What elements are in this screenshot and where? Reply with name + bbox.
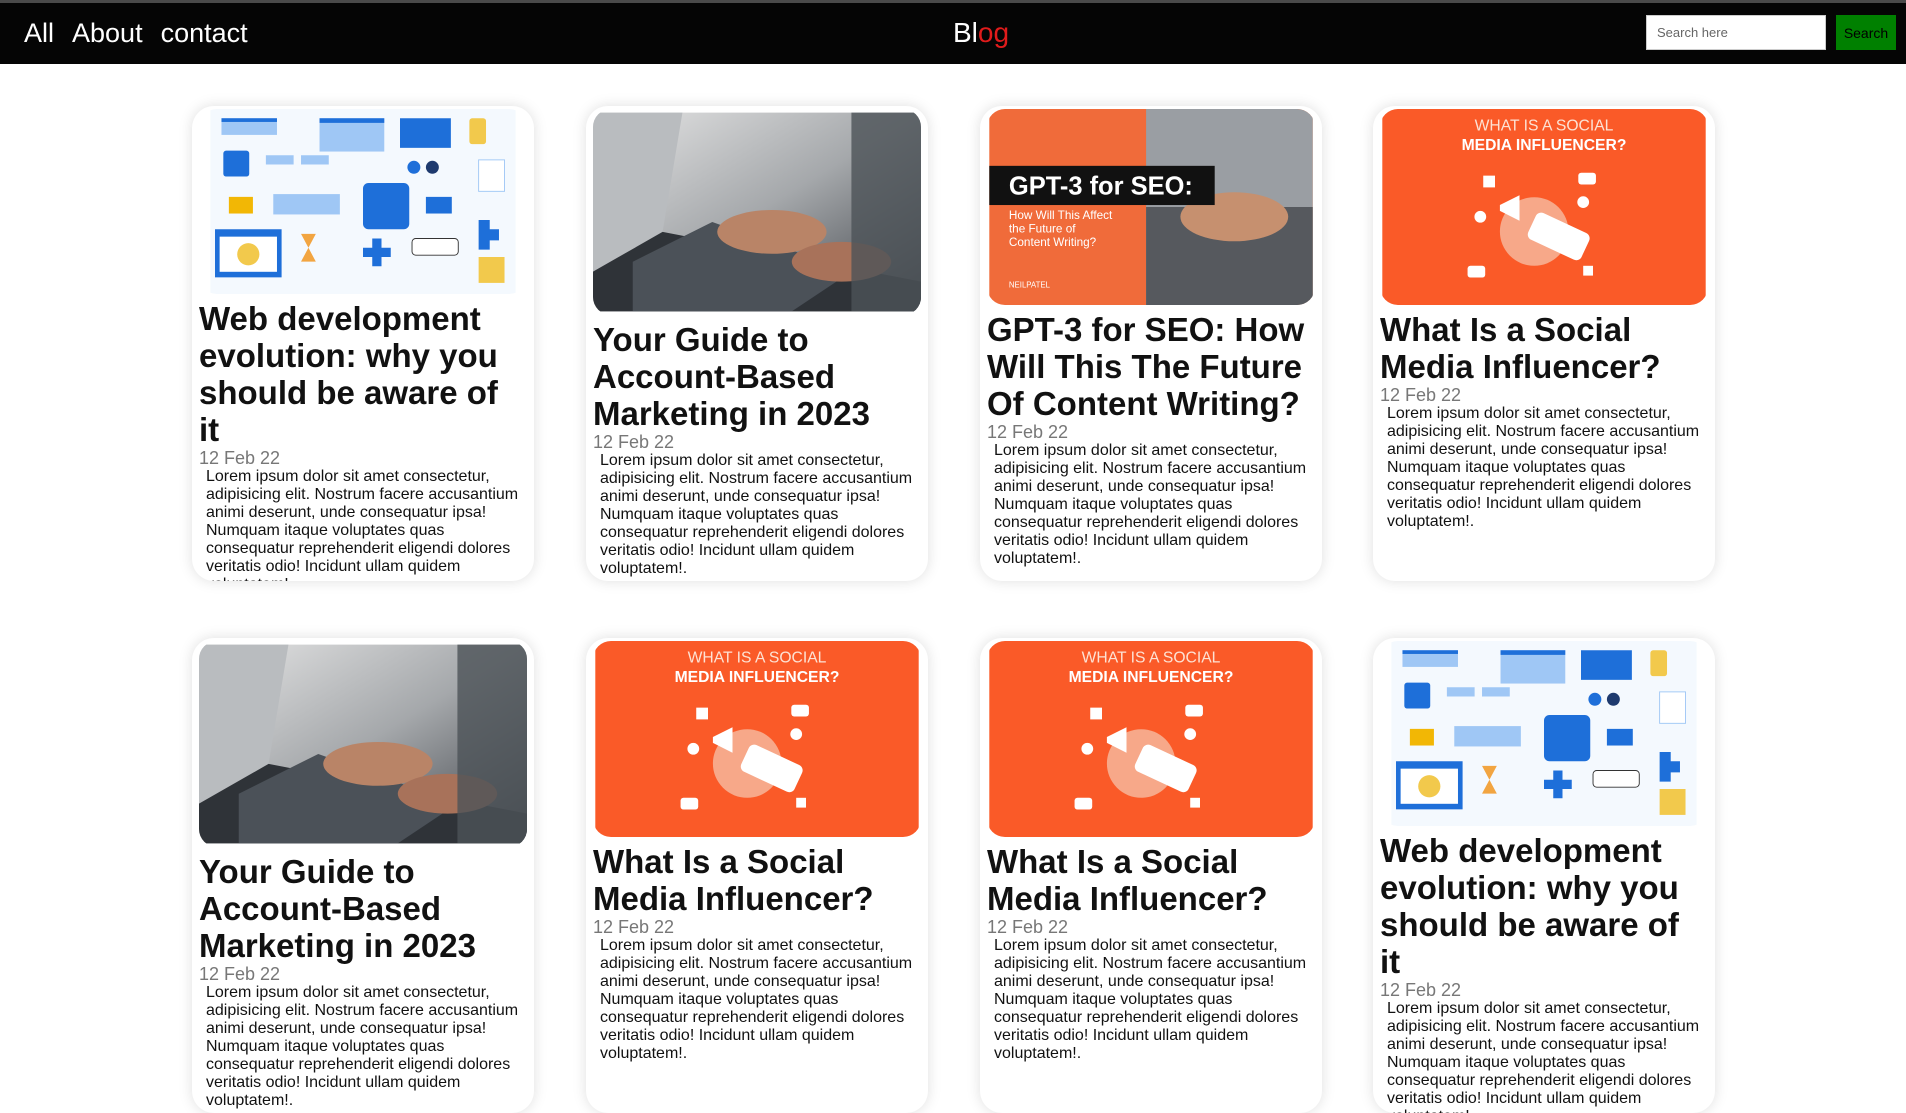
search-button[interactable]: Search xyxy=(1836,15,1896,50)
card-body: Lorem ipsum dolor sit amet consectetur, … xyxy=(994,442,1307,567)
blog-card[interactable]: Web development evolution: why you shoul… xyxy=(192,106,534,581)
card-title[interactable]: Web development evolution: why you shoul… xyxy=(1373,832,1715,980)
card-body: Lorem ipsum dolor sit amet consectetur, … xyxy=(600,452,913,577)
card-date: 12 Feb 22 xyxy=(199,448,281,468)
blog-card[interactable]: Your Guide to Account-Based Marketing in… xyxy=(586,106,928,581)
card-image[interactable] xyxy=(593,109,921,315)
svg-text:Content Writing?: Content Writing? xyxy=(1009,236,1097,249)
card-body: Lorem ipsum dolor sit amet consectetur, … xyxy=(1387,405,1700,530)
blog-card[interactable]: GPT-3 for SEO: How Will This Affect the … xyxy=(980,106,1322,581)
laptop-photo xyxy=(199,644,527,844)
svg-text:NEILPATEL: NEILPATEL xyxy=(1009,280,1051,289)
blog-card[interactable]: Web development evolution: why you shoul… xyxy=(1373,638,1715,1113)
navbar: All About contact Blog Search xyxy=(0,3,1906,64)
card-image[interactable]: GPT-3 for SEO: How Will This Affect the … xyxy=(987,109,1315,305)
brand-logo[interactable]: Blog xyxy=(953,17,1009,49)
svg-text:the Future of: the Future of xyxy=(1009,222,1076,235)
card-title[interactable]: Your Guide to Account-Based Marketing in… xyxy=(192,853,534,964)
svg-text:WHAT IS A SOCIAL: WHAT IS A SOCIAL xyxy=(1475,118,1614,135)
card-image[interactable] xyxy=(199,641,527,847)
nav-link-all[interactable]: All xyxy=(24,18,54,49)
search-form: Search xyxy=(1646,15,1896,50)
social-banner-image: WHAT IS A SOCIAL MEDIA INFLUENCER? xyxy=(595,641,919,837)
web-illustration xyxy=(210,109,516,294)
brand-text-right: og xyxy=(977,17,1010,48)
card-body: Lorem ipsum dolor sit amet consectetur, … xyxy=(994,937,1307,1062)
card-image[interactable] xyxy=(1380,641,1708,826)
card-date: 12 Feb 22 xyxy=(987,917,1069,937)
laptop-photo xyxy=(593,112,921,312)
social-banner-image: WHAT IS A SOCIAL MEDIA INFLUENCER? xyxy=(989,641,1313,837)
card-body: Lorem ipsum dolor sit amet consectetur, … xyxy=(1387,1000,1700,1113)
card-date: 12 Feb 22 xyxy=(1380,980,1462,1000)
blog-card[interactable]: WHAT IS A SOCIAL MEDIA INFLUENCER? What … xyxy=(1373,106,1715,581)
svg-text:WHAT IS A SOCIAL: WHAT IS A SOCIAL xyxy=(688,650,827,667)
svg-text:MEDIA INFLUENCER?: MEDIA INFLUENCER? xyxy=(1462,137,1627,154)
card-date: 12 Feb 22 xyxy=(593,432,675,452)
svg-text:GPT-3 for SEO:: GPT-3 for SEO: xyxy=(1009,172,1193,200)
card-image[interactable]: WHAT IS A SOCIAL MEDIA INFLUENCER? xyxy=(593,641,921,837)
svg-text:WHAT IS A SOCIAL: WHAT IS A SOCIAL xyxy=(1082,650,1221,667)
card-image[interactable] xyxy=(199,109,527,294)
blog-card[interactable]: WHAT IS A SOCIAL MEDIA INFLUENCER? What … xyxy=(980,638,1322,1113)
brand-text-left: Bl xyxy=(953,17,978,48)
card-image[interactable]: WHAT IS A SOCIAL MEDIA INFLUENCER? xyxy=(987,641,1315,837)
card-date: 12 Feb 22 xyxy=(987,422,1069,442)
blog-card[interactable]: Your Guide to Account-Based Marketing in… xyxy=(192,638,534,1113)
card-body: Lorem ipsum dolor sit amet consectetur, … xyxy=(600,937,913,1062)
card-date: 12 Feb 22 xyxy=(1380,385,1462,405)
card-date: 12 Feb 22 xyxy=(199,964,281,984)
card-title[interactable]: What Is a Social Media Influencer? xyxy=(1373,311,1715,385)
nav-links: All About contact xyxy=(24,18,266,49)
card-body: Lorem ipsum dolor sit amet consectetur, … xyxy=(206,468,519,581)
card-image[interactable]: WHAT IS A SOCIAL MEDIA INFLUENCER? xyxy=(1380,109,1708,305)
card-title[interactable]: What Is a Social Media Influencer? xyxy=(980,843,1322,917)
svg-text:MEDIA INFLUENCER?: MEDIA INFLUENCER? xyxy=(675,669,840,686)
blog-card[interactable]: WHAT IS A SOCIAL MEDIA INFLUENCER? What … xyxy=(586,638,928,1113)
card-title[interactable]: Web development evolution: why you shoul… xyxy=(192,300,534,448)
social-banner-image: WHAT IS A SOCIAL MEDIA INFLUENCER? xyxy=(1382,109,1706,305)
svg-text:MEDIA INFLUENCER?: MEDIA INFLUENCER? xyxy=(1069,669,1234,686)
nav-link-contact[interactable]: contact xyxy=(161,18,248,49)
svg-text:How Will This Affect: How Will This Affect xyxy=(1009,209,1113,222)
card-title[interactable]: Your Guide to Account-Based Marketing in… xyxy=(586,321,928,432)
card-date: 12 Feb 22 xyxy=(593,917,675,937)
card-title[interactable]: What Is a Social Media Influencer? xyxy=(586,843,928,917)
search-input[interactable] xyxy=(1646,15,1826,50)
gpt-banner-image: GPT-3 for SEO: How Will This Affect the … xyxy=(989,109,1313,305)
web-illustration xyxy=(1391,641,1697,826)
card-body: Lorem ipsum dolor sit amet consectetur, … xyxy=(206,984,519,1109)
nav-link-about[interactable]: About xyxy=(72,18,143,49)
card-title[interactable]: GPT-3 for SEO: How Will This The Future … xyxy=(980,311,1322,422)
